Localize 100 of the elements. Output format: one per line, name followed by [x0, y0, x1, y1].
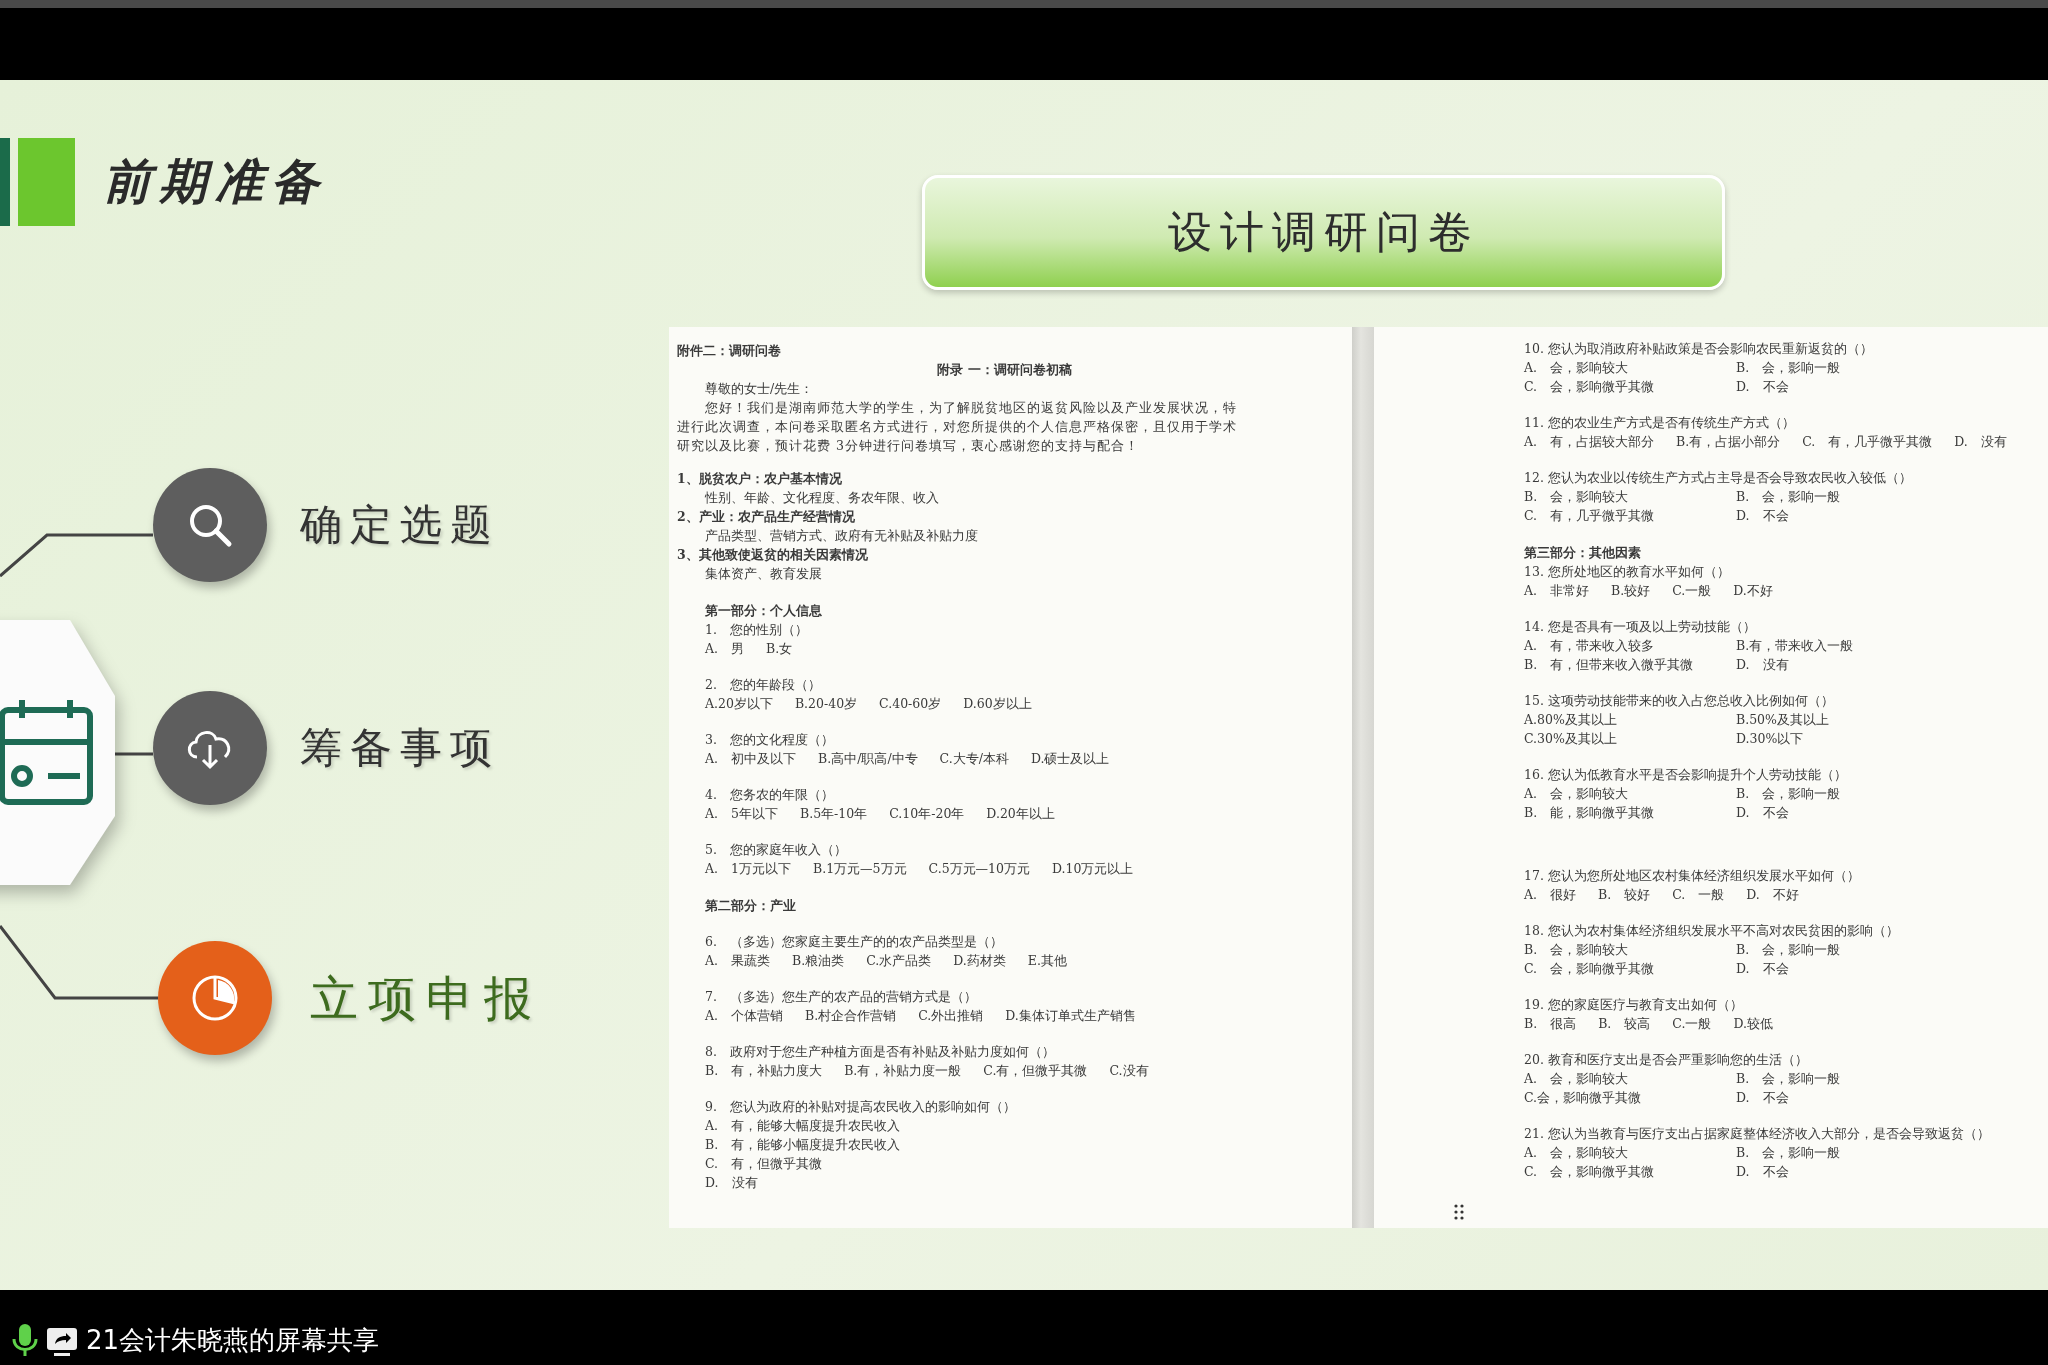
step-label: 确定选题 [300, 499, 500, 551]
answer-option: B. 会，影响一般 [1736, 487, 1926, 506]
question-text: 性别、年龄、文化程度、务农年限、收入 [704, 489, 940, 507]
answer-option: C.30%及其以上 [1524, 729, 1714, 748]
answer-option: A. 1万元以下 [705, 859, 791, 878]
question-text: 4. 您务农的年限（） [704, 786, 835, 804]
document-heading: 3、其他致使返贫的相关因素情况 [677, 546, 869, 564]
answer-option: B. 较好 [1598, 885, 1651, 904]
answer-option: B. 会，影响一般 [1736, 940, 1926, 959]
answer-option: B.女 [766, 639, 793, 658]
answer-option: B.高中/职高/中专 [818, 749, 918, 768]
answer-option: B. 会，影响较大 [1524, 940, 1714, 959]
question-text: 集体资产、教育发展 [704, 565, 823, 583]
question-text: 17. 您认为您所处地区农村集体经济组织发展水平如何（） [1524, 867, 1861, 885]
answer-option: B.较好 [1611, 581, 1651, 600]
answer-option: B. 有，补贴力度大 [705, 1061, 823, 1080]
answer-option: A. 个体营销 [705, 1006, 783, 1025]
question-text: 5. 您的家庭年收入（） [704, 841, 848, 859]
answer-option: C.10年-20年 [889, 804, 965, 823]
answer-option: A. 会，影响较大 [1524, 784, 1714, 803]
question-text: 14. 您是否具有一项及以上劳动技能（） [1524, 618, 1757, 636]
answer-option: C. 会，影响微乎其微 [1524, 1162, 1714, 1181]
step-label: 筹备事项 [300, 722, 500, 774]
answer-option: D. 没有 [705, 1173, 758, 1192]
answer-option: B. 会，影响一般 [1736, 358, 1926, 377]
answer-option: A. 有，能够大幅度提升农民收入 [705, 1116, 900, 1135]
question-text: 尊敬的女士/先生： [704, 380, 815, 398]
answer-option: B.20-40岁 [794, 694, 858, 713]
document-heading: 第二部分：产业 [704, 897, 797, 915]
answer-option: A.20岁以下 [705, 694, 773, 713]
answer-option: B. 较高 [1598, 1014, 1651, 1033]
question-text: 18. 您认为农村集体经济组织发展水平不高对农民贫困的影响（） [1524, 922, 1900, 940]
question-text: 8. 政府对于您生产种植方面是否有补贴及补贴力度如何（） [704, 1043, 1056, 1061]
section-banner: 设计调研问卷 [922, 175, 1725, 290]
answer-option: B. 有，能够小幅度提升农民收入 [705, 1135, 901, 1154]
question-text: 12. 您认为农业以传统生产方式占主导是否会导致农民收入较低（） [1524, 469, 1913, 487]
share-label: 21会计朱晓燕的屏幕共享 [86, 1324, 380, 1357]
answer-option: C. 一般 [1672, 885, 1725, 904]
answer-option: C. 会，影响微乎其微 [1524, 959, 1714, 978]
answer-option: D.集体订单式生产销售 [1005, 1006, 1136, 1025]
answer-option: A. 5年以下 [705, 804, 778, 823]
intro-paragraph: 您好！我们是湖南师范大学的学生，为了解脱贫地区的返贫风险以及产业发展状况，特进行此次调查，本问卷采取匿名方式进行，对您所提供的个人信息严格保密，且仅用于学术研究以及比赛，预计花费 3分钟进行问卷填写，衷心感谢您的支持与配合！ [677, 399, 1237, 455]
question-text: 7. （多选）您生产的农产品的营销方式是（） [704, 988, 978, 1006]
answer-option: D. 没有 [1736, 655, 1926, 674]
answer-option: B. 会，影响一般 [1736, 1069, 1926, 1088]
answer-option: B.村企合作营销 [805, 1006, 897, 1025]
question-text: 6. （多选）您家庭主要生产的的农产品类型是（） [704, 933, 1004, 951]
answer-option: B.50%及其以上 [1736, 710, 1926, 729]
question-text: 15. 这项劳动技能带来的收入占您总收入比例如何（） [1524, 692, 1835, 710]
question-text: 产品类型、营销方式、政府有无补贴及补贴力度 [704, 527, 979, 545]
answer-option: C.5万元—10万元 [928, 859, 1030, 878]
answer-option: A. 很好 [1524, 885, 1576, 904]
answer-option: D. 不会 [1736, 1162, 1926, 1181]
answer-option: C. 有，几乎微乎其微 [1802, 432, 1933, 451]
question-text: 10. 您认为取消政府补贴政策是否会影响农民重新返贫的（） [1524, 340, 1874, 358]
answer-option: D.60岁以上 [963, 694, 1032, 713]
answer-option: A. 男 [705, 639, 744, 658]
answer-option: D.10万元以上 [1052, 859, 1134, 878]
answer-option: B.5年-10年 [799, 804, 868, 823]
answer-option: D. 不好 [1746, 885, 1799, 904]
answer-option: D.20年以上 [986, 804, 1055, 823]
answer-option: C.40-60岁 [879, 694, 942, 713]
answer-option: C.外出推销 [918, 1006, 984, 1025]
answer-option: B.粮油类 [792, 951, 845, 970]
answer-option: C.大专/本科 [939, 749, 1009, 768]
answer-option: B.有，带来收入一般 [1736, 636, 1926, 655]
answer-option: A. 有，带来收入较多 [1524, 636, 1714, 655]
question-text: 1. 您的性别（） [704, 621, 809, 639]
document-heading: 第一部分：个人信息 [704, 602, 823, 620]
answer-option: C. 有，几乎微乎其微 [1524, 506, 1714, 525]
question-text: 3. 您的文化程度（） [704, 731, 835, 749]
question-text: 13. 您所处地区的教育水平如何（） [1524, 563, 1731, 581]
answer-option: B. 能，影响微乎其微 [1524, 803, 1714, 822]
question-text: 20. 教育和医疗支出是否会严重影响您的生活（） [1524, 1051, 1809, 1069]
answer-option: A. 会，影响较大 [1524, 358, 1714, 377]
document-heading: 1、脱贫农户：农户基本情况 [677, 470, 843, 488]
answer-option: D. 没有 [1954, 432, 2007, 451]
answer-option: C.水产品类 [866, 951, 932, 970]
answer-option: C. 会，影响微乎其微 [1524, 377, 1714, 396]
answer-option: A. 会，影响较大 [1524, 1143, 1714, 1162]
answer-option: B. 会，影响较大 [1524, 487, 1714, 506]
answer-option: B. 很高 [1524, 1014, 1577, 1033]
answer-option: A. 果蔬类 [705, 951, 770, 970]
answer-option: B. 有，但带来收入微乎其微 [1524, 655, 1714, 674]
document-heading: 附录 一：调研问卷初稿 [936, 361, 1073, 379]
question-text: 2. 您的年龄段（） [704, 676, 822, 694]
answer-option: C.会，影响微乎其微 [1524, 1088, 1714, 1107]
answer-option: C.一般 [1672, 581, 1712, 600]
question-text: 9. 您认为政府的补贴对提高农民收入的影响如何（） [704, 1098, 1017, 1116]
question-text: 21. 您认为当教育与医疗支出占据家庭整体经济收入大部分，是否会导致返贫（） [1524, 1125, 1991, 1143]
answer-option: D. 不会 [1736, 506, 1926, 525]
answer-option: D.硕士及以上 [1030, 749, 1110, 768]
answer-option: C.有，但微乎其微 [983, 1061, 1088, 1080]
answer-option: C.没有 [1109, 1061, 1149, 1080]
answer-option: B. 会，影响一般 [1736, 1143, 1926, 1162]
answer-option: D. 不会 [1736, 1088, 1926, 1107]
answer-option: A. 初中及以下 [705, 749, 796, 768]
answer-option: E.其他 [1027, 951, 1067, 970]
question-text: 11. 您的农业生产方式是否有传统生产方式（） [1524, 414, 1796, 432]
answer-option: D. 不会 [1736, 803, 1926, 822]
